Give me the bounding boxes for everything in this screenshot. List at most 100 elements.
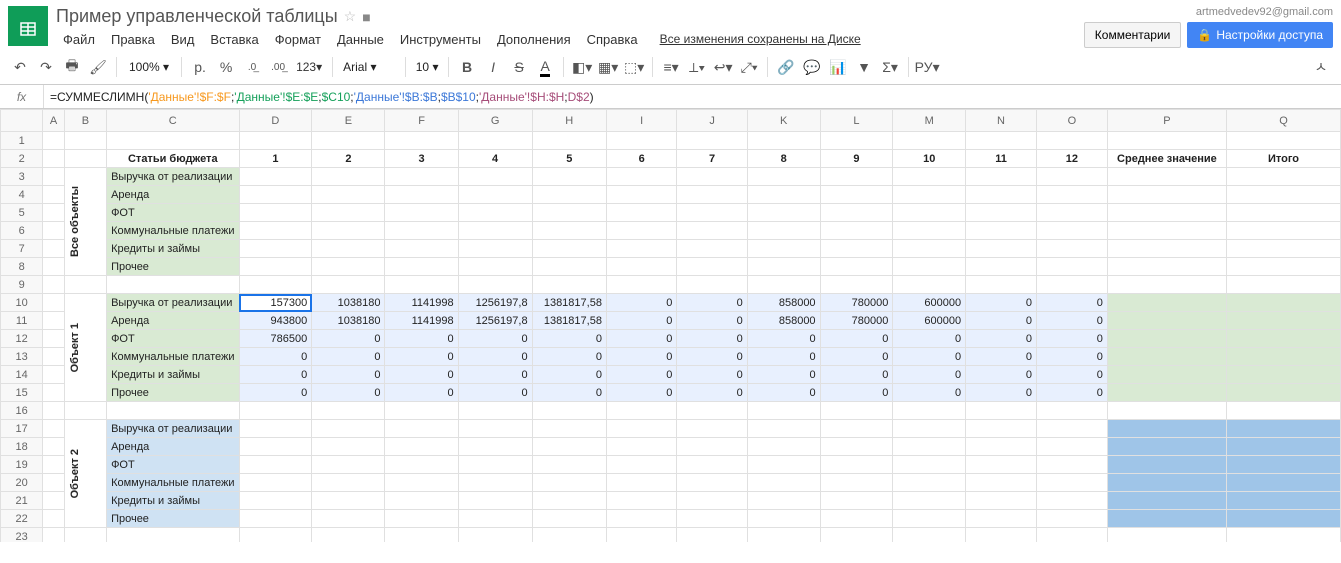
menu-инструменты[interactable]: Инструменты [393, 29, 488, 50]
cell[interactable] [820, 528, 893, 543]
avg-cell[interactable] [1107, 510, 1226, 528]
cell[interactable] [43, 312, 65, 330]
data-cell[interactable] [747, 240, 820, 258]
data-cell[interactable]: 0 [1036, 294, 1107, 312]
data-cell[interactable] [820, 204, 893, 222]
column-header-J[interactable]: J [677, 110, 747, 132]
cell[interactable] [64, 150, 106, 168]
cell[interactable] [312, 132, 385, 150]
cell[interactable] [1036, 276, 1107, 294]
category-cell[interactable]: Прочее [107, 510, 239, 528]
data-cell[interactable] [458, 168, 532, 186]
data-cell[interactable] [677, 492, 747, 510]
data-cell[interactable] [1036, 168, 1107, 186]
data-cell[interactable]: 0 [606, 366, 676, 384]
column-header-O[interactable]: O [1036, 110, 1107, 132]
data-cell[interactable] [893, 168, 966, 186]
data-cell[interactable]: 786500 [239, 330, 312, 348]
data-cell[interactable] [458, 438, 532, 456]
data-cell[interactable] [747, 510, 820, 528]
data-cell[interactable]: 0 [966, 294, 1037, 312]
data-cell[interactable] [532, 420, 606, 438]
header-month-6[interactable]: 6 [606, 150, 676, 168]
cell[interactable] [43, 456, 65, 474]
data-cell[interactable]: 0 [239, 384, 312, 402]
select-all-corner[interactable] [1, 110, 43, 132]
cell[interactable] [107, 402, 239, 420]
data-cell[interactable] [385, 474, 458, 492]
category-cell[interactable]: Аренда [107, 312, 239, 330]
data-cell[interactable]: 0 [239, 366, 312, 384]
data-cell[interactable] [677, 240, 747, 258]
cell[interactable] [677, 402, 747, 420]
data-cell[interactable] [893, 258, 966, 276]
data-cell[interactable] [532, 492, 606, 510]
data-cell[interactable] [239, 438, 312, 456]
data-cell[interactable] [385, 420, 458, 438]
cell[interactable] [747, 528, 820, 543]
column-header-K[interactable]: K [747, 110, 820, 132]
data-cell[interactable]: 0 [677, 384, 747, 402]
cell[interactable] [312, 402, 385, 420]
data-cell[interactable] [1036, 456, 1107, 474]
row-header-5[interactable]: 5 [1, 204, 43, 222]
data-cell[interactable] [606, 258, 676, 276]
cell[interactable] [43, 168, 65, 186]
data-cell[interactable] [239, 258, 312, 276]
data-cell[interactable] [385, 492, 458, 510]
data-cell[interactable] [893, 438, 966, 456]
data-cell[interactable]: 0 [820, 384, 893, 402]
header-avg[interactable]: Среднее значение [1107, 150, 1226, 168]
data-cell[interactable]: 0 [820, 348, 893, 366]
data-cell[interactable] [385, 168, 458, 186]
row-header-1[interactable]: 1 [1, 132, 43, 150]
italic-button[interactable]: I [481, 55, 505, 79]
total-cell[interactable] [1226, 420, 1340, 438]
cell[interactable] [458, 276, 532, 294]
total-cell[interactable] [1226, 474, 1340, 492]
total-cell[interactable] [1226, 168, 1340, 186]
column-header-L[interactable]: L [820, 110, 893, 132]
share-button[interactable]: 🔒Настройки доступа [1187, 22, 1333, 48]
data-cell[interactable]: 0 [747, 384, 820, 402]
folder-icon[interactable]: ■ [362, 9, 370, 25]
cell[interactable] [820, 276, 893, 294]
data-cell[interactable] [966, 168, 1037, 186]
data-cell[interactable]: 0 [677, 312, 747, 330]
cell[interactable] [385, 276, 458, 294]
data-cell[interactable] [893, 474, 966, 492]
total-cell[interactable] [1226, 456, 1340, 474]
cell[interactable] [43, 474, 65, 492]
row-header-7[interactable]: 7 [1, 240, 43, 258]
data-cell[interactable] [966, 204, 1037, 222]
data-cell[interactable] [820, 492, 893, 510]
category-cell[interactable]: Коммунальные платежи [107, 348, 239, 366]
percent-button[interactable]: % [214, 55, 238, 79]
row-header-4[interactable]: 4 [1, 186, 43, 204]
cell[interactable] [385, 132, 458, 150]
category-cell[interactable]: Аренда [107, 438, 239, 456]
data-cell[interactable]: 0 [1036, 384, 1107, 402]
cell[interactable] [43, 384, 65, 402]
data-cell[interactable] [966, 474, 1037, 492]
halign-button[interactable]: ≡▾ [659, 55, 683, 79]
data-cell[interactable]: 0 [1036, 312, 1107, 330]
cell[interactable] [820, 402, 893, 420]
cell[interactable] [677, 276, 747, 294]
data-cell[interactable] [606, 510, 676, 528]
data-cell[interactable]: 0 [893, 330, 966, 348]
data-cell[interactable] [385, 438, 458, 456]
avg-cell[interactable] [1107, 204, 1226, 222]
data-cell[interactable] [239, 204, 312, 222]
data-cell[interactable] [893, 186, 966, 204]
data-cell[interactable]: 1381817,58 [532, 312, 606, 330]
data-cell[interactable] [820, 474, 893, 492]
data-cell[interactable] [532, 222, 606, 240]
cell[interactable] [239, 528, 312, 543]
data-cell[interactable] [747, 204, 820, 222]
data-cell[interactable]: 0 [606, 312, 676, 330]
data-cell[interactable] [239, 240, 312, 258]
avg-cell[interactable] [1107, 312, 1226, 330]
data-cell[interactable]: 0 [677, 348, 747, 366]
data-cell[interactable] [532, 456, 606, 474]
